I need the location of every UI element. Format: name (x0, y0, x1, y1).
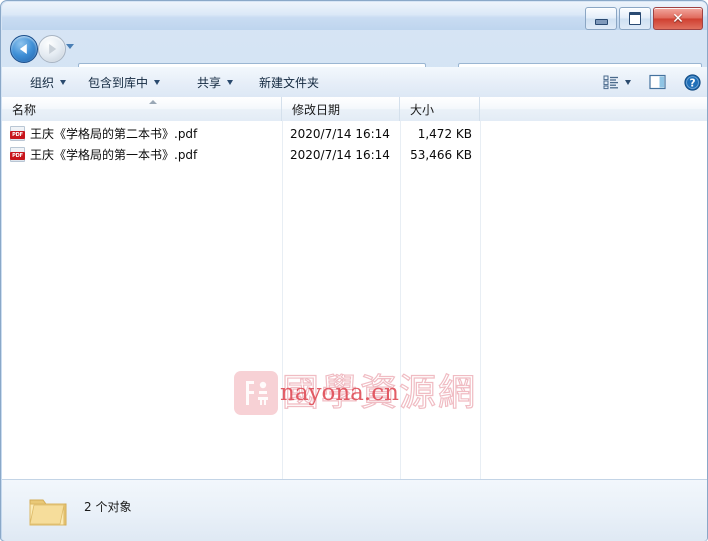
command-toolbar: 组织 包含到库中 共享 新建文件夹 ? (2, 67, 707, 98)
help-icon[interactable]: ? (684, 73, 701, 91)
toolbar-right-icons: ? (603, 67, 701, 97)
file-size-cell: 1,472 KB (417, 126, 472, 141)
window-controls: ✕ (585, 7, 703, 30)
chevron-down-icon[interactable] (625, 79, 631, 85)
forward-button[interactable] (38, 35, 66, 63)
table-row[interactable]: 王庆《学格局的第一本书》.pdf 2020/7/14 16:14 53,466 … (2, 144, 707, 165)
view-options-icon[interactable] (603, 74, 619, 90)
column-label-name: 名称 (12, 102, 37, 117)
table-row[interactable]: 王庆《学格局的第二本书》.pdf 2020/7/14 16:14 1,472 K… (2, 123, 707, 144)
title-bar: ✕ (2, 2, 707, 30)
file-date-cell: 2020/7/14 16:14 (290, 126, 390, 141)
preview-pane-icon[interactable] (649, 74, 666, 90)
share-label: 共享 (197, 75, 222, 90)
navigation-bar: « 已发... ▸ D521 王庆老师《探索者子平命学... (2, 30, 707, 86)
chevron-down-icon (60, 79, 67, 85)
new-folder-button[interactable]: 新建文件夹 (251, 67, 327, 97)
organize-label: 组织 (30, 75, 55, 90)
column-header-size[interactable]: 大小 (400, 97, 480, 121)
status-bar: 2 个对象 (2, 479, 707, 541)
new-folder-label: 新建文件夹 (259, 75, 320, 90)
column-divider (480, 121, 481, 479)
organize-button[interactable]: 组织 (22, 67, 74, 97)
watermark-url: nayona.cn (280, 380, 399, 406)
column-label-size: 大小 (410, 102, 435, 117)
file-size-cell: 53,466 KB (410, 147, 472, 162)
svg-text:?: ? (689, 77, 695, 89)
file-name-cell[interactable]: 王庆《学格局的第一本书》.pdf (10, 146, 197, 163)
folder-icon (29, 499, 67, 526)
explorer-window: ✕ « 已发... ▸ D521 王庆老师《探索者子平命学... (0, 0, 708, 541)
file-list[interactable]: 王庆《学格局的第二本书》.pdf 2020/7/14 16:14 1,472 K… (2, 121, 707, 479)
file-name-label: 王庆《学格局的第二本书》.pdf (30, 127, 198, 141)
column-divider (282, 121, 283, 479)
chevron-down-icon (227, 79, 234, 85)
include-in-library-button[interactable]: 包含到库中 (80, 67, 168, 97)
pdf-file-icon (10, 126, 25, 141)
column-headers: 名称 修改日期 大小 (2, 97, 707, 122)
include-in-library-label: 包含到库中 (88, 75, 149, 90)
pdf-file-icon (10, 147, 25, 162)
column-divider (400, 121, 401, 479)
forward-arrow-icon (49, 44, 57, 54)
watermark-logo-icon (234, 371, 278, 415)
column-label-date: 修改日期 (292, 102, 341, 117)
minimize-icon (594, 18, 608, 25)
close-button[interactable]: ✕ (653, 7, 703, 30)
file-name-cell[interactable]: 王庆《学格局的第二本书》.pdf (10, 125, 197, 142)
share-button[interactable]: 共享 (189, 67, 241, 97)
back-button[interactable] (10, 35, 38, 63)
recent-locations-dropdown-icon[interactable] (66, 44, 74, 49)
column-header-extra[interactable] (480, 97, 707, 121)
close-icon: ✕ (672, 10, 684, 27)
maximize-icon (629, 12, 641, 25)
watermark: 國學資源網 nayona.cn (234, 367, 499, 419)
maximize-button[interactable] (619, 7, 651, 30)
status-text: 2 个对象 (84, 500, 132, 514)
column-header-name[interactable]: 名称 (2, 97, 282, 121)
column-header-date[interactable]: 修改日期 (282, 97, 400, 121)
back-arrow-icon (19, 44, 27, 54)
file-date-cell: 2020/7/14 16:14 (290, 147, 390, 162)
chevron-down-icon (154, 79, 161, 85)
minimize-button[interactable] (585, 7, 617, 30)
file-name-label: 王庆《学格局的第一本书》.pdf (30, 148, 198, 162)
sort-ascending-icon (149, 100, 157, 104)
watermark-text: 國學資源網 (281, 370, 477, 414)
